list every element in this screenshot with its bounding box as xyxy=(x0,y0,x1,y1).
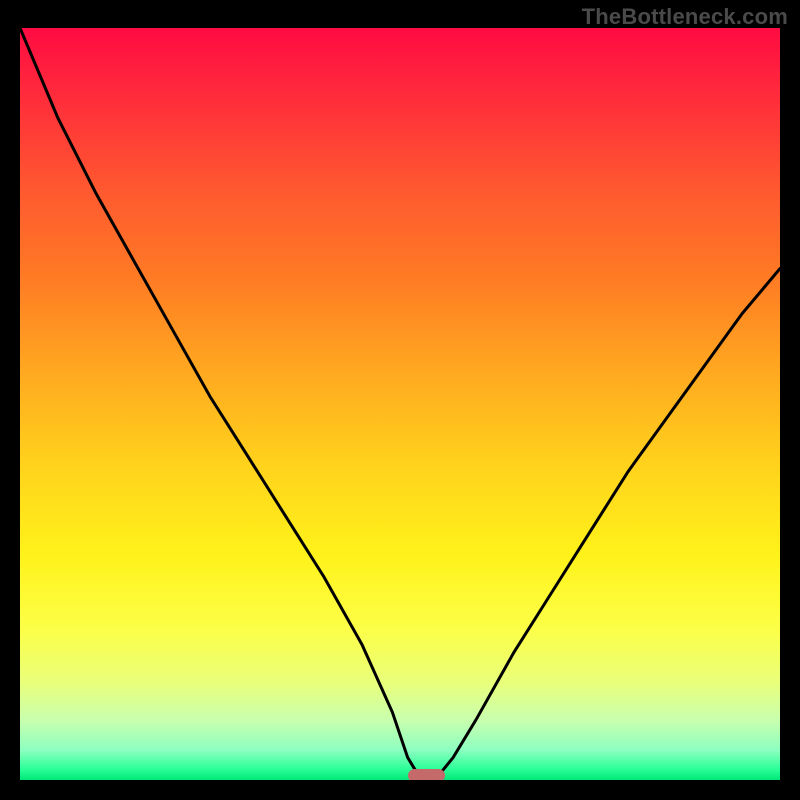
plot-area xyxy=(20,28,780,780)
watermark-text: TheBottleneck.com xyxy=(582,4,788,30)
bottleneck-curve xyxy=(20,28,780,780)
optimum-marker xyxy=(408,769,444,780)
chart-frame: TheBottleneck.com xyxy=(0,0,800,800)
